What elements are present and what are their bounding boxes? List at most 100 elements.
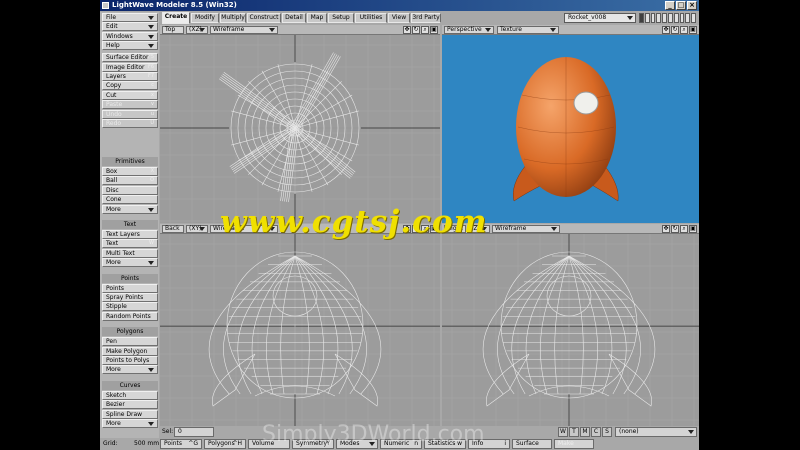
tool-button[interactable]: Spray Points	[102, 293, 158, 302]
maximize-view-icon[interactable]: ▣	[689, 225, 697, 233]
tab-create[interactable]: Create	[162, 12, 190, 24]
layer-button[interactable]	[691, 13, 696, 23]
chevron-down-icon	[148, 34, 154, 39]
move-view-icon[interactable]: ✥	[662, 225, 670, 233]
menu-item[interactable]: File	[102, 13, 158, 22]
view-axis-select[interactable]: (XY)	[186, 225, 208, 233]
layer-button[interactable]	[679, 13, 685, 23]
rotate-view-icon[interactable]: ↻	[671, 225, 679, 233]
chevron-down-icon	[148, 25, 154, 30]
maximize-view-icon[interactable]: ▣	[689, 26, 697, 34]
menu-item[interactable]: Cut x	[102, 90, 158, 100]
tool-button[interactable]: Multi Text	[102, 248, 158, 258]
tool-button[interactable]: Sketch	[102, 390, 158, 400]
maximize-view-icon[interactable]: ▣	[430, 26, 438, 34]
menu-item[interactable]: Redo U	[102, 119, 158, 128]
rotate-view-icon[interactable]: ↻	[412, 26, 420, 34]
move-view-icon[interactable]: ✥	[662, 26, 670, 34]
tool-button[interactable]: Disc	[102, 185, 158, 195]
render-mode-select[interactable]: Texture	[497, 26, 559, 34]
tab-view[interactable]: View	[388, 13, 410, 23]
wtmcs-button[interactable]: S	[602, 427, 612, 437]
menu-item[interactable]: Windows	[102, 31, 158, 41]
layer-button[interactable]	[662, 13, 667, 23]
toolbar-button[interactable]: Surface	[512, 439, 552, 449]
tool-button[interactable]: Box X	[102, 167, 158, 176]
window-title: LightWave Modeler 8.5 (Win32)	[112, 1, 237, 9]
view-name-select[interactable]: Top	[162, 26, 184, 34]
render-mode-select[interactable]: Wireframe	[210, 26, 278, 34]
tab-3rd-party[interactable]: 3rd Party	[411, 13, 441, 23]
tool-button[interactable]: Make Polygon	[102, 346, 158, 356]
tool-button[interactable]: Points to Polys	[102, 356, 158, 365]
viewport-top[interactable]: Top (XZ) Wireframe ✥ ↻ ⌕ ▣	[160, 25, 440, 223]
rotate-view-icon[interactable]: ↻	[671, 26, 679, 34]
group-header: Points	[102, 273, 158, 283]
zoom-view-icon[interactable]: ⌕	[421, 26, 429, 34]
tool-button[interactable]: Pen	[102, 337, 158, 347]
menu-item[interactable]: Image Editor F6	[102, 62, 158, 72]
view-name-select[interactable]: Perspective	[444, 26, 494, 34]
tab-map[interactable]: Map	[307, 13, 327, 23]
layer-button[interactable]	[656, 13, 662, 23]
maximize-button[interactable]: □	[676, 1, 686, 10]
tool-button[interactable]: Stipple	[102, 302, 158, 312]
tool-button[interactable]: Random Points	[102, 311, 158, 321]
viewport-perspective[interactable]: Perspective Texture ✥ ↻ ⌕ ▣	[442, 25, 699, 223]
tool-button[interactable]: Ball O	[102, 176, 158, 186]
app-icon	[102, 2, 109, 9]
surface-select[interactable]: (none)	[615, 427, 697, 437]
menu-item[interactable]: Edit	[102, 22, 158, 32]
viewport-back[interactable]: Back (XY) Wireframe ✥ ↻ ⌕ ▣	[160, 224, 440, 426]
view-name-select[interactable]: Back	[162, 225, 184, 233]
tool-button[interactable]: More	[102, 419, 158, 428]
tool-button[interactable]: Bezier	[102, 400, 158, 410]
tab-modify[interactable]: Modify	[191, 13, 219, 23]
wireframe-right-view	[442, 234, 699, 426]
menu-item[interactable]: Layers F7	[102, 72, 158, 81]
layer-button[interactable]	[685, 13, 691, 23]
wtmcs-button[interactable]: C	[591, 427, 601, 437]
render-mode-select[interactable]: Wireframe	[492, 225, 560, 233]
wtmcs-button[interactable]: T	[569, 427, 579, 437]
tab-detail[interactable]: Detail	[282, 13, 306, 23]
tool-button[interactable]: More	[102, 204, 158, 214]
layer-button[interactable]	[650, 13, 656, 23]
tab-bar: Rocket_v008 Create Modify Multiply Construc…	[160, 12, 699, 24]
wtmcs-button[interactable]: M	[580, 427, 590, 437]
zoom-view-icon[interactable]: ⌕	[680, 26, 688, 34]
tab-setup[interactable]: Setup	[328, 13, 354, 23]
tool-button[interactable]: More	[102, 258, 158, 268]
toolbar-button[interactable]: Make	[554, 439, 594, 449]
layer-button[interactable]	[673, 13, 679, 23]
move-view-icon[interactable]: ✥	[403, 26, 411, 34]
menu-item[interactable]: Surface Editor F5	[102, 53, 158, 63]
menu-item[interactable]: Help	[102, 41, 158, 51]
viewport-right[interactable]: Right (ZY) Wireframe ✥ ↻ ⌕ ▣	[442, 224, 699, 426]
tab-utilities[interactable]: Utilities	[355, 13, 387, 23]
tool-button[interactable]: Spline Draw	[102, 409, 158, 419]
toolbar-button[interactable]: Points ^G	[160, 439, 202, 449]
wireframe-top-view	[160, 35, 440, 223]
layer-buttons[interactable]	[639, 13, 697, 23]
wtmcs-button[interactable]: W	[558, 427, 568, 437]
tool-button[interactable]: Text W	[102, 239, 158, 249]
tab-multiply[interactable]: Multiply	[220, 13, 246, 23]
layer-button[interactable]	[667, 13, 673, 23]
toolbar-button[interactable]: Polygons ^H	[204, 439, 246, 449]
menu-item[interactable]: Copy c	[102, 81, 158, 91]
layer-button[interactable]	[639, 13, 644, 23]
zoom-view-icon[interactable]: ⌕	[680, 225, 688, 233]
object-select[interactable]: Rocket_v008	[564, 13, 636, 23]
close-button[interactable]: ×	[687, 1, 697, 10]
minimize-button[interactable]: _	[665, 1, 675, 10]
tool-button[interactable]: Points	[102, 283, 158, 293]
tool-button[interactable]: Text Layers	[102, 230, 158, 239]
layer-button[interactable]	[644, 13, 650, 23]
menu-item[interactable]: Undo u	[102, 109, 158, 119]
tool-button[interactable]: More	[102, 365, 158, 375]
tab-construct[interactable]: Construct	[247, 13, 281, 23]
menu-item[interactable]: Paste v	[102, 100, 158, 110]
view-axis-select[interactable]: (XZ)	[186, 26, 208, 34]
tool-button[interactable]: Cone	[102, 195, 158, 205]
